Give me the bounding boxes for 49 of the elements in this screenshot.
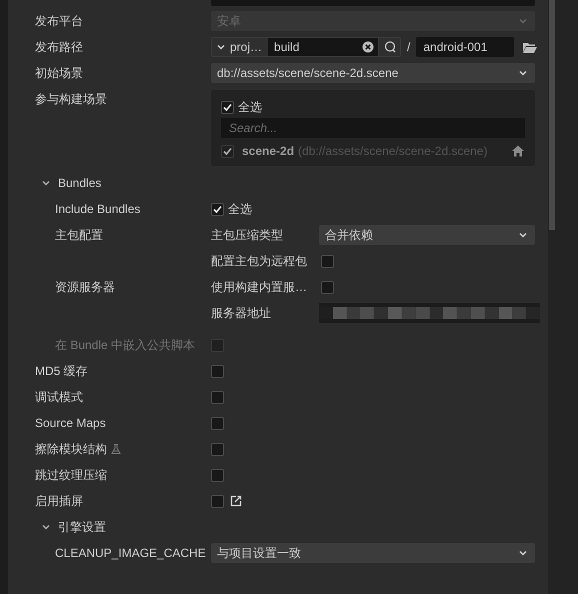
checkbox-label: 全选 (238, 99, 262, 116)
home-icon (511, 144, 525, 158)
field-label: MD5 缓存 (35, 363, 89, 380)
path-field[interactable]: proj… build (211, 37, 401, 57)
checkbox-label: 全选 (228, 201, 252, 218)
checkbox[interactable] (211, 442, 224, 456)
field-label: 参与构建场景 (35, 91, 108, 108)
search-icon (384, 41, 396, 53)
checkbox[interactable] (321, 254, 334, 268)
field-label: 擦除模块结构 (35, 441, 107, 458)
checkbox[interactable] (321, 280, 334, 294)
field-label: 发布路径 (35, 39, 84, 56)
field-label: 使用构建内置服… (211, 279, 308, 296)
field-label: Source Maps (35, 415, 107, 432)
checkbox[interactable] (211, 494, 224, 508)
folder-icon (522, 40, 538, 54)
field-label: 初始场景 (35, 65, 84, 82)
field-label: 资源服务器 (55, 279, 116, 296)
dropdown[interactable]: 与项目设置一致 (211, 543, 535, 563)
chevron-icon (216, 42, 226, 52)
field-label: 在 Bundle 中嵌入公共脚本 (55, 337, 196, 354)
path-separator: / (407, 39, 410, 56)
checkbox[interactable] (211, 364, 224, 378)
scene-name: scene-2d (242, 143, 294, 160)
dropdown[interactable]: db://assets/scene/scene-2d.scene (211, 63, 535, 83)
field-label: 发布平台 (35, 13, 84, 30)
field-label: Include Bundles (55, 201, 142, 218)
search-button[interactable] (378, 38, 400, 56)
section-title[interactable]: 引擎设置 (58, 518, 106, 536)
field-label: 主包压缩类型 (211, 227, 284, 244)
checkbox[interactable] (221, 100, 234, 114)
checkbox[interactable] (211, 202, 224, 216)
field-label: CLEANUP_IMAGE_CACHE (55, 545, 207, 562)
checkbox[interactable] (211, 468, 224, 482)
checkbox[interactable] (211, 416, 224, 430)
search-field[interactable]: Search... (221, 118, 525, 138)
field-label: 配置主包为远程包 (211, 253, 308, 270)
field-label: 主包配置 (55, 227, 104, 244)
path-root-dropdown[interactable]: proj… (212, 38, 268, 56)
field-label: 启用插屏 (35, 493, 84, 510)
clear-icon (362, 41, 374, 53)
folder-name-field[interactable]: android-001 (416, 37, 514, 57)
field-label: 服务器地址 (211, 305, 272, 322)
dropdown[interactable]: 合并依赖 (319, 225, 535, 245)
field-label: 调试模式 (35, 389, 84, 406)
section-title[interactable]: Bundles (58, 174, 102, 192)
field-label: 跳过纹理压缩 (35, 467, 108, 484)
scrollbar-thumb[interactable] (549, 0, 555, 230)
checkbox[interactable] (211, 390, 224, 404)
